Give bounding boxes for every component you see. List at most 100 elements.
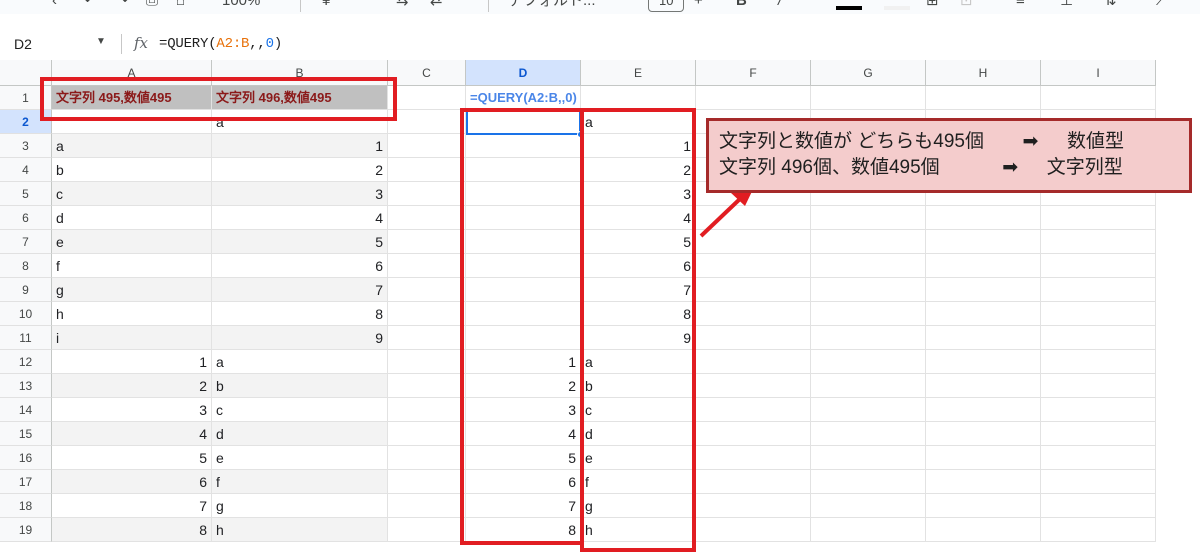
cell-c7[interactable] bbox=[388, 230, 466, 254]
cell-b8[interactable]: 6 bbox=[212, 254, 388, 278]
redo-icon[interactable]: ↷ bbox=[116, 0, 129, 10]
cell-a12[interactable]: 1 bbox=[52, 350, 212, 374]
text-color-icon[interactable] bbox=[836, 6, 862, 10]
decrease-decimal-icon[interactable]: ⇆ bbox=[396, 0, 409, 10]
cell-i1[interactable] bbox=[1041, 86, 1156, 110]
fill-color-icon[interactable] bbox=[884, 6, 910, 10]
increase-font-size-icon[interactable]: + bbox=[694, 0, 703, 10]
cell-a14[interactable]: 3 bbox=[52, 398, 212, 422]
cell-f1[interactable] bbox=[696, 86, 811, 110]
cell-a10[interactable]: h bbox=[52, 302, 212, 326]
increase-decimal-icon[interactable]: ⇄ bbox=[430, 0, 443, 10]
row-header[interactable]: 10 bbox=[0, 302, 52, 326]
cell-c15[interactable] bbox=[388, 422, 466, 446]
cell-a17[interactable]: 6 bbox=[52, 470, 212, 494]
cell-b18[interactable]: g bbox=[212, 494, 388, 518]
search-menu-icon[interactable]: ‹ bbox=[52, 0, 57, 10]
cell-b12[interactable]: a bbox=[212, 350, 388, 374]
row-header[interactable]: 7 bbox=[0, 230, 52, 254]
cell-a6[interactable]: d bbox=[52, 206, 212, 230]
cell-b6[interactable]: 4 bbox=[212, 206, 388, 230]
font-size-input[interactable]: 10 bbox=[648, 0, 684, 12]
cell-i10[interactable] bbox=[1041, 302, 1156, 326]
cell-b11[interactable]: 9 bbox=[212, 326, 388, 350]
cell-b9[interactable]: 7 bbox=[212, 278, 388, 302]
column-header-d[interactable]: D bbox=[466, 60, 581, 86]
cell-b4[interactable]: 2 bbox=[212, 158, 388, 182]
italic-icon[interactable]: / bbox=[778, 0, 782, 10]
cell-b13[interactable]: b bbox=[212, 374, 388, 398]
cell-a19[interactable]: 8 bbox=[52, 518, 212, 542]
cell-h18[interactable] bbox=[926, 494, 1041, 518]
currency-icon[interactable]: ¥ bbox=[322, 0, 330, 10]
cell-i16[interactable] bbox=[1041, 446, 1156, 470]
cell-c10[interactable] bbox=[388, 302, 466, 326]
cell-c13[interactable] bbox=[388, 374, 466, 398]
cell-i7[interactable] bbox=[1041, 230, 1156, 254]
cell-i17[interactable] bbox=[1041, 470, 1156, 494]
cell-h17[interactable] bbox=[926, 470, 1041, 494]
cell-h16[interactable] bbox=[926, 446, 1041, 470]
cell-i6[interactable] bbox=[1041, 206, 1156, 230]
cell-b5[interactable]: 3 bbox=[212, 182, 388, 206]
cell-f11[interactable] bbox=[696, 326, 811, 350]
cell-c5[interactable] bbox=[388, 182, 466, 206]
cell-i18[interactable] bbox=[1041, 494, 1156, 518]
cell-a11[interactable]: i bbox=[52, 326, 212, 350]
cell-b10[interactable]: 8 bbox=[212, 302, 388, 326]
cell-g7[interactable] bbox=[811, 230, 926, 254]
column-header-h[interactable]: H bbox=[926, 60, 1041, 86]
zoom-select[interactable]: 100% bbox=[222, 0, 260, 10]
row-header[interactable]: 12 bbox=[0, 350, 52, 374]
cell-f13[interactable] bbox=[696, 374, 811, 398]
column-header-f[interactable]: F bbox=[696, 60, 811, 86]
cell-i15[interactable] bbox=[1041, 422, 1156, 446]
row-header[interactable]: 15 bbox=[0, 422, 52, 446]
row-header[interactable]: 9 bbox=[0, 278, 52, 302]
row-header[interactable]: 6 bbox=[0, 206, 52, 230]
cell-b14[interactable]: c bbox=[212, 398, 388, 422]
cell-c6[interactable] bbox=[388, 206, 466, 230]
cell-f19[interactable] bbox=[696, 518, 811, 542]
cell-c8[interactable] bbox=[388, 254, 466, 278]
cell-c12[interactable] bbox=[388, 350, 466, 374]
cell-c1[interactable] bbox=[388, 86, 466, 110]
cell-c19[interactable] bbox=[388, 518, 466, 542]
cell-b17[interactable]: f bbox=[212, 470, 388, 494]
paint-format-icon[interactable]: ⌂ bbox=[176, 0, 185, 10]
cell-f10[interactable] bbox=[696, 302, 811, 326]
cell-f8[interactable] bbox=[696, 254, 811, 278]
align-vertical-icon[interactable]: ⊥ bbox=[1060, 0, 1073, 10]
cell-d1[interactable]: =QUERY(A2:B,,0) bbox=[466, 86, 581, 110]
cell-f18[interactable] bbox=[696, 494, 811, 518]
cell-h19[interactable] bbox=[926, 518, 1041, 542]
cell-f14[interactable] bbox=[696, 398, 811, 422]
cell-g12[interactable] bbox=[811, 350, 926, 374]
cell-a5[interactable]: c bbox=[52, 182, 212, 206]
cell-a18[interactable]: 7 bbox=[52, 494, 212, 518]
row-header[interactable]: 14 bbox=[0, 398, 52, 422]
cell-f7[interactable] bbox=[696, 230, 811, 254]
cell-c2[interactable] bbox=[388, 110, 466, 134]
cell-g19[interactable] bbox=[811, 518, 926, 542]
cell-g14[interactable] bbox=[811, 398, 926, 422]
cell-a13[interactable]: 2 bbox=[52, 374, 212, 398]
cell-c11[interactable] bbox=[388, 326, 466, 350]
cell-f6[interactable] bbox=[696, 206, 811, 230]
cell-g1[interactable] bbox=[811, 86, 926, 110]
borders-icon[interactable]: ⊞ bbox=[926, 0, 939, 10]
cell-c17[interactable] bbox=[388, 470, 466, 494]
cell-f12[interactable] bbox=[696, 350, 811, 374]
cell-g11[interactable] bbox=[811, 326, 926, 350]
cell-g15[interactable] bbox=[811, 422, 926, 446]
cell-c3[interactable] bbox=[388, 134, 466, 158]
cell-h15[interactable] bbox=[926, 422, 1041, 446]
cell-h12[interactable] bbox=[926, 350, 1041, 374]
bold-button[interactable]: B bbox=[736, 0, 747, 10]
row-header[interactable]: 16 bbox=[0, 446, 52, 470]
text-wrap-icon[interactable]: ⇅ bbox=[1104, 0, 1117, 10]
cell-b16[interactable]: e bbox=[212, 446, 388, 470]
cell-a4[interactable]: b bbox=[52, 158, 212, 182]
cell-g18[interactable] bbox=[811, 494, 926, 518]
row-header[interactable]: 18 bbox=[0, 494, 52, 518]
